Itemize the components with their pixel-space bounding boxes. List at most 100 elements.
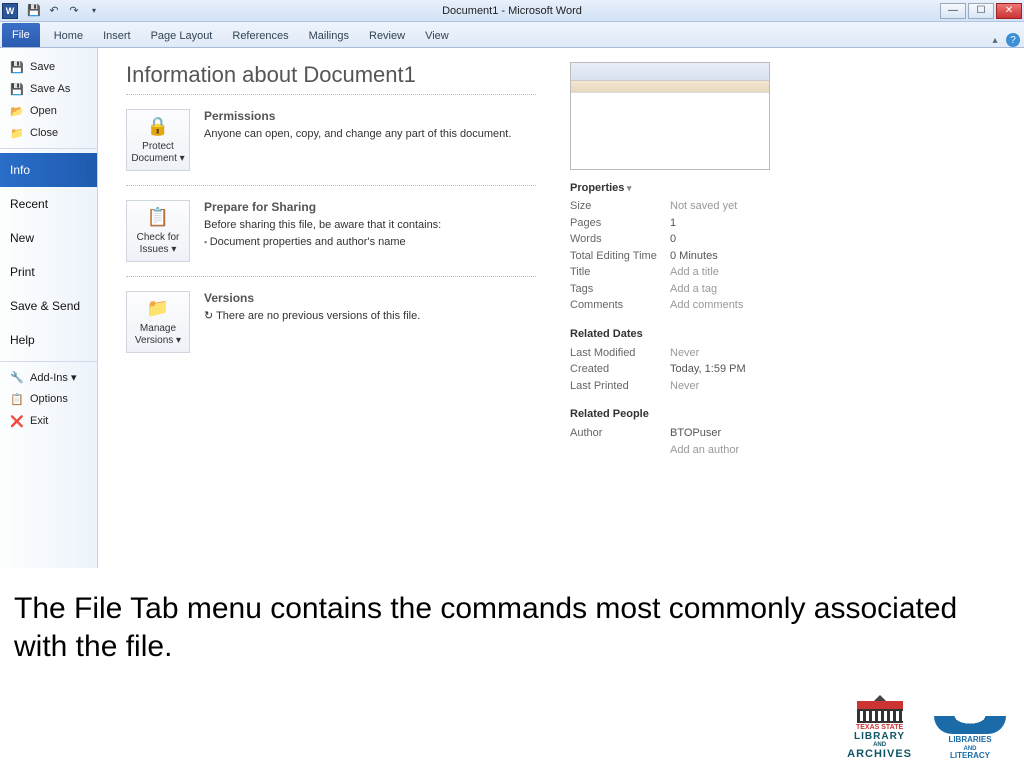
document-thumbnail[interactable] — [570, 62, 770, 170]
backstage-content: Information about Document1 🔒 ProtectDoc… — [98, 48, 1024, 568]
qat-redo-icon[interactable]: ↷ — [65, 2, 83, 20]
sidebar-item-label: Save As — [30, 83, 70, 95]
property-label — [570, 442, 670, 459]
properties-pane: Properties SizeNot saved yetPages1Words0… — [570, 62, 1002, 568]
property-value[interactable]: Add comments — [670, 297, 743, 314]
property-label: Last Modified — [570, 345, 670, 362]
word-icon: W — [2, 3, 18, 19]
sidebar-item-save-send[interactable]: Save & Send — [0, 289, 97, 323]
related-dates-header: Related Dates — [570, 328, 1002, 340]
tab-references[interactable]: References — [222, 25, 298, 47]
property-row: AuthorBTOPuser — [570, 425, 1002, 442]
sidebar-item-exit[interactable]: ❌ Exit — [0, 410, 97, 432]
sidebar-item-help[interactable]: Help — [0, 323, 97, 357]
property-value: Never — [670, 378, 699, 395]
help-icon[interactable]: ? — [1006, 33, 1020, 47]
open-icon: 📂 — [10, 104, 24, 118]
property-row: CreatedToday, 1:59 PM — [570, 361, 1002, 378]
info-section: 📁 ManageVersions ▾ Versions↻ There are n… — [126, 276, 536, 367]
backstage: 💾 Save 💾Save As 📂 Open 📁Close Info Recent New Pri… — [0, 48, 1024, 568]
property-row: SizeNot saved yet — [570, 198, 1002, 215]
addins-icon: 🔧 — [10, 370, 24, 384]
section-text: Anyone can open, copy, and change any pa… — [204, 126, 536, 143]
sidebar-item-recent[interactable]: Recent — [0, 187, 97, 221]
sidebar-item-label: Save & Send — [10, 299, 80, 313]
property-value[interactable]: Add a tag — [670, 281, 717, 298]
sidebar-item-open[interactable]: 📂 Open — [0, 100, 97, 122]
section-header: Prepare for Sharing — [204, 200, 536, 214]
properties-header[interactable]: Properties — [570, 182, 1002, 194]
sidebar-item-print[interactable]: Print — [0, 255, 97, 289]
titlebar: W 💾 ↶ ↷ ▾ Document1 - Microsoft Word — ☐… — [0, 0, 1024, 22]
property-row: TagsAdd a tag — [570, 281, 1002, 298]
sidebar-item-save[interactable]: 💾 Save — [0, 56, 97, 78]
library-archives-logo: TEXAS STATE LIBRARY AND ARCHIVES — [847, 701, 912, 760]
ribbon-minimize-icon[interactable]: ▴ — [988, 33, 1002, 47]
property-value[interactable]: Add a title — [670, 264, 719, 281]
tab-view[interactable]: View — [415, 25, 459, 47]
page-title: Information about Document1 — [126, 62, 536, 88]
property-row: TitleAdd a title — [570, 264, 1002, 281]
tab-review[interactable]: Review — [359, 25, 415, 47]
tile-icon: 🔒 — [144, 115, 172, 139]
window-title: Document1 - Microsoft Word — [442, 5, 582, 17]
slide-caption: The File Tab menu contains the commands … — [0, 568, 1024, 665]
property-label: Tags — [570, 281, 670, 298]
tile-button-2[interactable]: 📁 ManageVersions ▾ — [126, 291, 190, 353]
property-value: Not saved yet — [670, 198, 737, 215]
property-value: Today, 1:59 PM — [670, 361, 746, 378]
tile-button-0[interactable]: 🔒 ProtectDocument ▾ — [126, 109, 190, 171]
sidebar-item-label: Add-Ins ▾ — [30, 371, 77, 384]
property-value[interactable]: Add an author — [670, 442, 739, 459]
sidebar-item-new[interactable]: New — [0, 221, 97, 255]
qat-save-icon[interactable]: 💾 — [25, 2, 43, 20]
property-value: Never — [670, 345, 699, 362]
property-value: 0 — [670, 231, 676, 248]
sidebar-item-save-as[interactable]: 💾Save As — [0, 78, 97, 100]
sidebar-item-info[interactable]: Info — [0, 153, 97, 187]
property-label: Words — [570, 231, 670, 248]
sidebar-item-label: Exit — [30, 415, 48, 427]
close-button[interactable]: ✕ — [996, 3, 1022, 19]
tab-page-layout[interactable]: Page Layout — [141, 25, 223, 47]
sidebar-item-label: Save — [30, 61, 55, 73]
sidebar-item-label: Help — [10, 333, 35, 347]
tile-icon: 📋 — [144, 206, 172, 230]
close-icon: 📁 — [10, 126, 24, 140]
related-people-header: Related People — [570, 408, 1002, 420]
qat-dropdown-icon[interactable]: ▾ — [85, 2, 103, 20]
slide-logos: TEXAS STATE LIBRARY AND ARCHIVES LIBRARI… — [847, 701, 1006, 760]
quick-access-toolbar: 💾 ↶ ↷ ▾ — [25, 2, 103, 20]
info-section: 🔒 ProtectDocument ▾ Permissions Anyone ca… — [126, 94, 536, 185]
sidebar-item-label: Options — [30, 393, 68, 405]
tab-home[interactable]: Home — [44, 25, 93, 47]
tab-insert[interactable]: Insert — [93, 25, 141, 47]
tile-button-1[interactable]: 📋 Check forIssues ▾ — [126, 200, 190, 262]
property-label: Comments — [570, 297, 670, 314]
property-label: Author — [570, 425, 670, 442]
section-header: Versions — [204, 291, 536, 305]
property-value: 0 Minutes — [670, 248, 718, 265]
sidebar-item-label: New — [10, 231, 34, 245]
sidebar-item-addins[interactable]: 🔧 Add-Ins ▾ — [0, 366, 97, 388]
libraries-literacy-logo: LIBRARIESANDLITERACY — [934, 716, 1006, 760]
section-text: Document properties and author's name — [204, 234, 536, 251]
tab-file[interactable]: File — [2, 23, 40, 47]
property-label: Created — [570, 361, 670, 378]
qat-undo-icon[interactable]: ↶ — [45, 2, 63, 20]
sidebar-item-close[interactable]: 📁Close — [0, 122, 97, 144]
sidebar-item-label: Recent — [10, 197, 48, 211]
property-row: Last PrintedNever — [570, 378, 1002, 395]
backstage-sidebar: 💾 Save 💾Save As 📂 Open 📁Close Info Recent New Pri… — [0, 48, 98, 568]
property-label: Title — [570, 264, 670, 281]
sidebar-item-options[interactable]: 📋Options — [0, 388, 97, 410]
save-icon: 💾 — [10, 60, 24, 74]
section-header: Permissions — [204, 109, 536, 123]
minimize-button[interactable]: — — [940, 3, 966, 19]
tab-mailings[interactable]: Mailings — [299, 25, 359, 47]
exit-icon: ❌ — [10, 414, 24, 428]
property-row: Last ModifiedNever — [570, 345, 1002, 362]
property-row: Words0 — [570, 231, 1002, 248]
sidebar-item-label: Open — [30, 105, 57, 117]
maximize-button[interactable]: ☐ — [968, 3, 994, 19]
